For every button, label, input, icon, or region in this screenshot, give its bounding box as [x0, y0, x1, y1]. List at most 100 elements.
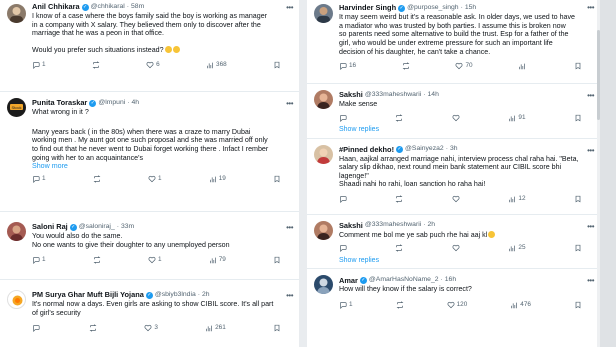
repost-button[interactable] [402, 62, 410, 70]
author-handle[interactable]: @sbiyb3lndia [155, 291, 196, 299]
repost-button[interactable] [395, 244, 403, 252]
author-handle[interactable]: @333maheshwarii [365, 91, 421, 99]
more-icon[interactable]: ••• [587, 276, 594, 286]
avatar[interactable] [314, 90, 333, 109]
reply-button[interactable]: 16 [339, 62, 356, 71]
views-button[interactable]: 19 [209, 175, 226, 183]
author-name[interactable]: Sakshi [339, 221, 363, 230]
bookmark-button[interactable] [574, 195, 582, 203]
reply-button[interactable] [339, 244, 347, 253]
post-time[interactable]: 15h [465, 4, 476, 12]
bookmark-button[interactable] [273, 256, 281, 264]
reply-post[interactable]: Anil Chhikara ✓ @chhikaral · 58m ••• I k… [0, 0, 299, 92]
bookmark-button[interactable] [574, 301, 582, 309]
reply-post[interactable]: Amar ✓ @AmarHasNoName_2 · 16h ••• How wi… [307, 269, 600, 311]
author-name[interactable]: Anil Chhikara [32, 2, 80, 11]
avatar[interactable] [314, 4, 333, 23]
repost-button[interactable] [395, 195, 403, 203]
author-handle[interactable]: @AmarHasNoName_2 [369, 276, 439, 284]
post-time[interactable]: 4h [132, 99, 140, 107]
right-reply-column[interactable]: Harvinder Singh ✓ @purpose_singh · 15h •… [307, 0, 600, 347]
author-name[interactable]: Amar [339, 276, 358, 285]
reply-button[interactable]: 1 [32, 256, 46, 265]
views-button[interactable]: 91 [508, 114, 526, 122]
author-name[interactable]: Harvinder Singh [339, 3, 396, 12]
reply-post[interactable]: Harvinder Singh ✓ @purpose_singh · 15h •… [307, 0, 600, 84]
reply-post[interactable]: Sakshi @333maheshwarii · 2h ••• Comment … [307, 215, 600, 255]
repost-button[interactable] [89, 324, 97, 332]
like-button[interactable]: 120 [447, 301, 467, 309]
views-button[interactable]: 12 [508, 195, 526, 203]
author-handle[interactable]: @Sainyeza2 [405, 145, 444, 153]
author-name[interactable]: Punita Toraskar [32, 98, 87, 107]
views-button[interactable]: 476 [510, 301, 531, 309]
views-button[interactable]: 79 [209, 256, 226, 264]
more-icon[interactable]: ••• [587, 3, 594, 13]
reply-post[interactable]: Saloni Raj ✓ @saloniraj_ · 33m ••• You w… [0, 212, 299, 280]
reply-button[interactable] [339, 114, 347, 122]
bookmark-button[interactable] [574, 114, 582, 122]
bookmark-button[interactable] [574, 62, 582, 70]
reply-post[interactable]: Stock Punita Toraskar ✓ @lmpuni · 4h •••… [0, 92, 299, 212]
repost-button[interactable] [93, 256, 101, 264]
more-icon[interactable]: ••• [587, 146, 594, 156]
bookmark-button[interactable] [273, 324, 281, 332]
show-replies-link[interactable]: Show replies [307, 124, 600, 139]
like-button[interactable] [452, 244, 460, 252]
post-time[interactable]: 33m [121, 223, 134, 231]
bookmark-button[interactable] [574, 244, 582, 252]
author-name[interactable]: PM Surya Ghar Muft Bijli Yojana [32, 290, 144, 299]
avatar[interactable] [7, 222, 26, 241]
author-handle[interactable]: @lmpuni [98, 99, 125, 107]
more-icon[interactable]: ••• [587, 222, 594, 232]
author-handle[interactable]: @saloniraj_ [79, 223, 115, 231]
like-button[interactable]: 1 [148, 256, 162, 264]
avatar[interactable] [7, 4, 26, 23]
reply-post[interactable]: PM Surya Ghar Muft Bijli Yojana ✓ @sbiyb… [0, 280, 299, 347]
bookmark-button[interactable] [273, 61, 281, 69]
views-button[interactable]: 368 [206, 61, 227, 69]
author-name[interactable]: Saloni Raj [32, 222, 68, 231]
more-icon[interactable]: ••• [286, 223, 293, 233]
avatar[interactable] [7, 290, 26, 309]
post-time[interactable]: 58m [131, 3, 144, 11]
reply-button[interactable]: 1 [32, 175, 46, 183]
post-time[interactable]: 2h [202, 291, 210, 299]
bookmark-button[interactable] [273, 175, 281, 183]
reply-button[interactable] [339, 195, 347, 204]
reply-button[interactable]: 1 [32, 61, 46, 69]
reply-button[interactable]: 1 [339, 301, 353, 309]
repost-button[interactable] [396, 301, 404, 309]
more-icon[interactable]: ••• [286, 3, 293, 13]
post-time[interactable]: 3h [450, 145, 458, 153]
show-replies-link[interactable]: Show replies [307, 255, 600, 270]
views-button[interactable] [518, 62, 528, 70]
show-more-link[interactable]: Show more [32, 162, 295, 171]
reply-button[interactable] [32, 324, 42, 333]
more-icon[interactable]: ••• [286, 99, 293, 109]
like-button[interactable]: 3 [144, 324, 158, 332]
author-handle[interactable]: @333maheshwarii [365, 221, 421, 229]
left-reply-column[interactable]: Anil Chhikara ✓ @chhikaral · 58m ••• I k… [0, 0, 299, 347]
like-button[interactable] [452, 114, 460, 122]
more-icon[interactable]: ••• [286, 291, 293, 301]
author-handle[interactable]: @purpose_singh [407, 4, 459, 12]
post-time[interactable]: 2h [428, 221, 436, 229]
repost-button[interactable] [92, 60, 100, 69]
avatar[interactable]: Stock [7, 98, 26, 117]
like-button[interactable] [452, 195, 460, 203]
post-time[interactable]: 14h [428, 91, 439, 99]
repost-button[interactable] [93, 175, 101, 183]
avatar[interactable] [314, 144, 333, 164]
repost-button[interactable] [395, 113, 403, 122]
author-name[interactable]: Sakshi [339, 90, 363, 99]
like-button[interactable]: 70 [455, 62, 473, 70]
author-handle[interactable]: @chhikaral [91, 3, 125, 11]
author-name[interactable]: #Pinned dekho! [339, 145, 394, 154]
like-button[interactable]: 1 [148, 175, 162, 183]
reply-post[interactable]: #Pinned dekho! ✓ @Sainyeza2 · 3h ••• Haa… [307, 139, 600, 215]
reply-post[interactable]: Sakshi @333maheshwarii · 14h ••• Make se… [307, 84, 600, 124]
views-button[interactable]: 25 [508, 244, 526, 252]
more-icon[interactable]: ••• [587, 91, 594, 101]
views-button[interactable]: 261 [205, 324, 226, 332]
